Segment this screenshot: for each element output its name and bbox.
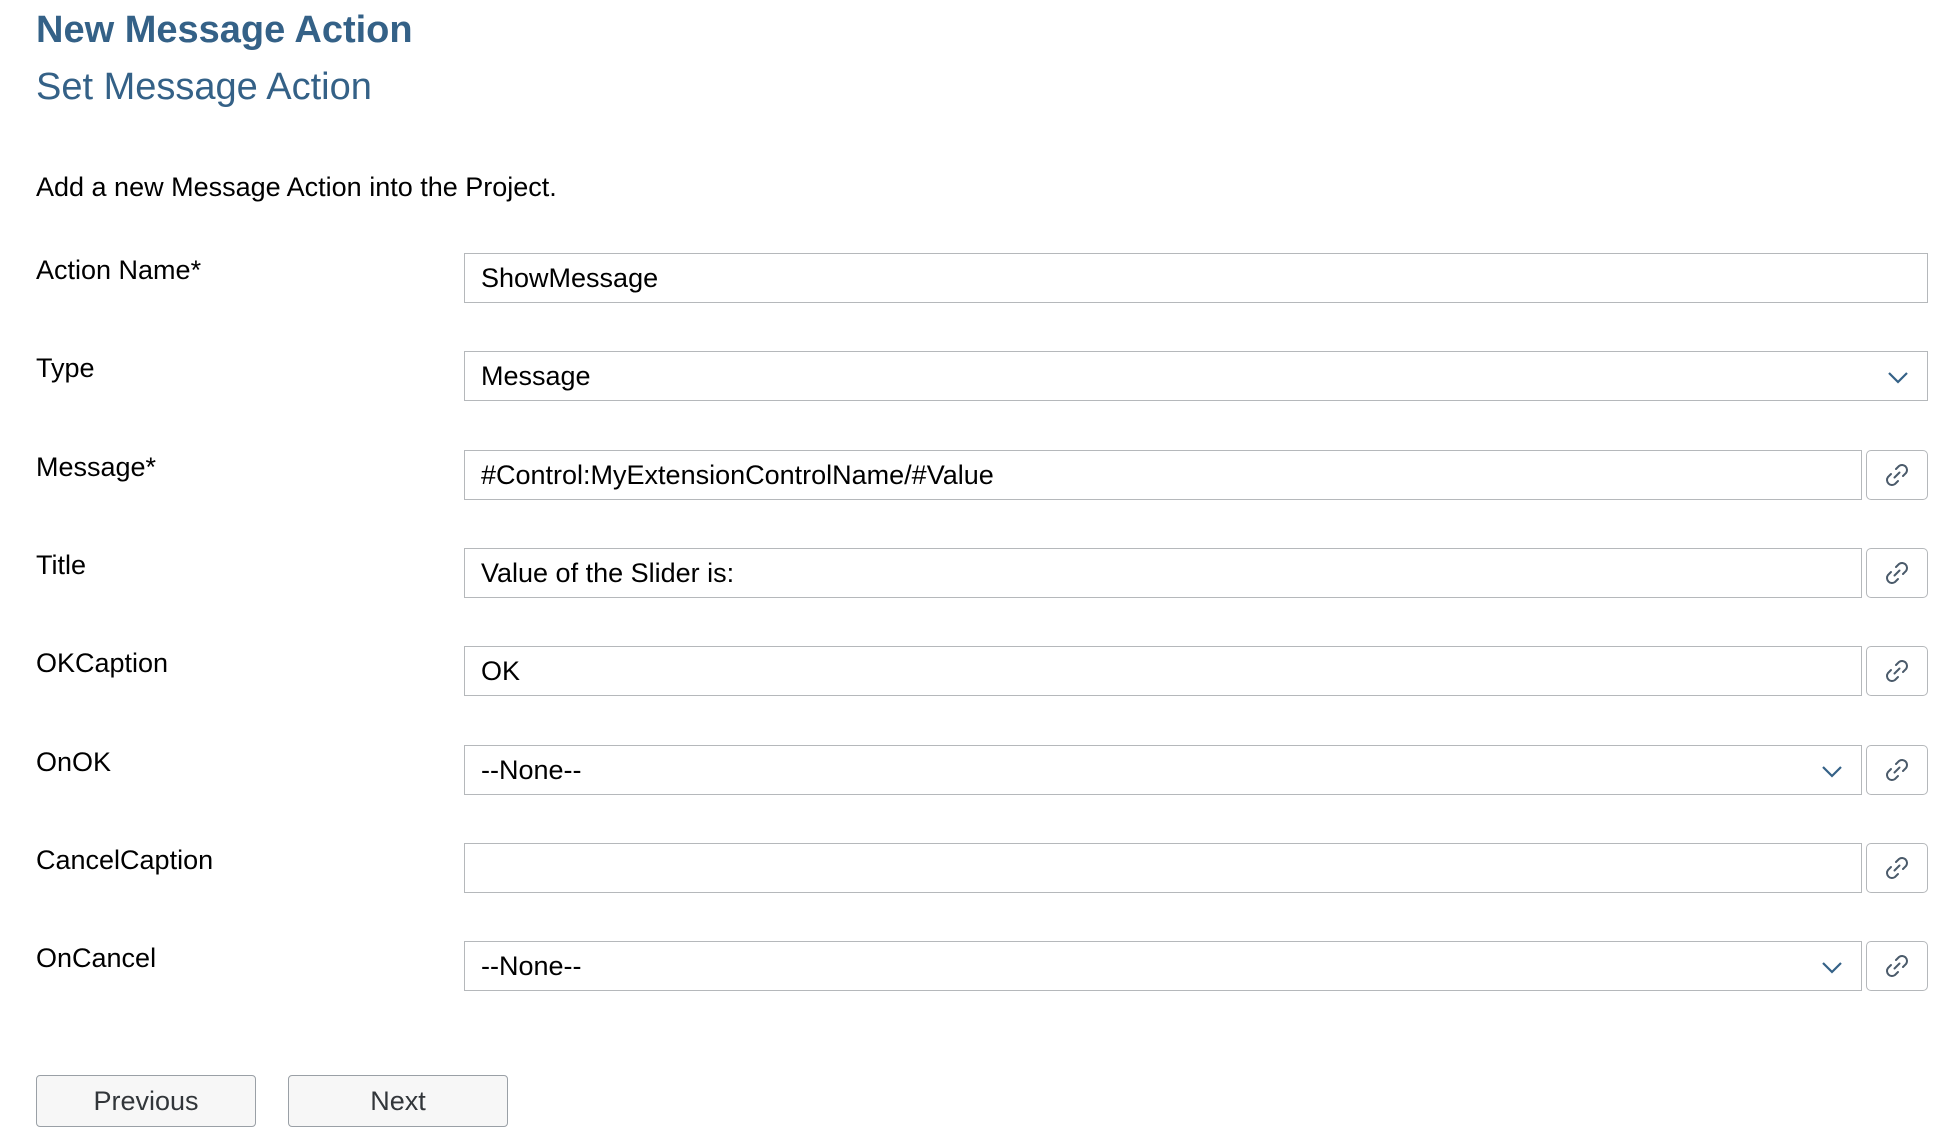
on-cancel-label: OnCancel: [36, 943, 157, 973]
wizard-step-title: Set Message Action: [36, 66, 372, 108]
form-row-type: Type Message: [36, 351, 1930, 403]
on-cancel-value: --None--: [481, 951, 582, 981]
form-row-action-name: Action Name* ShowMessage: [36, 253, 1930, 305]
form-row-ok-caption: OKCaption OK: [36, 646, 1930, 698]
chevron-down-icon[interactable]: [1819, 954, 1845, 980]
message-input[interactable]: #Control:MyExtensionControlName/#Value: [464, 450, 1862, 500]
on-ok-binding-button[interactable]: [1866, 745, 1928, 795]
on-ok-label: OnOK: [36, 747, 112, 777]
title-input[interactable]: Value of the Slider is:: [464, 548, 1862, 598]
message-value: #Control:MyExtensionControlName/#Value: [481, 460, 994, 490]
message-label: Message*: [36, 452, 157, 482]
previous-button[interactable]: Previous: [36, 1075, 256, 1127]
title-binding-button[interactable]: [1866, 548, 1928, 598]
message-binding-button[interactable]: [1866, 450, 1928, 500]
link-icon: [1886, 562, 1908, 584]
next-button[interactable]: Next: [288, 1075, 508, 1127]
title-label: Title: [36, 550, 87, 580]
type-value: Message: [481, 361, 591, 391]
link-icon: [1886, 464, 1908, 486]
action-name-label: Action Name*: [36, 255, 202, 285]
step-description: Add a new Message Action into the Projec…: [36, 172, 557, 202]
on-ok-value: --None--: [481, 755, 582, 785]
ok-caption-input[interactable]: OK: [464, 646, 1862, 696]
action-name-input[interactable]: ShowMessage: [464, 253, 1928, 303]
form-row-on-cancel: OnCancel --None--: [36, 941, 1930, 993]
chevron-down-icon[interactable]: [1885, 364, 1911, 390]
action-name-value: ShowMessage: [481, 263, 659, 293]
on-cancel-select[interactable]: --None--: [464, 941, 1862, 991]
chevron-down-icon[interactable]: [1819, 758, 1845, 784]
title-value: Value of the Slider is:: [481, 558, 735, 588]
wizard-title: New Message Action: [36, 9, 413, 51]
link-icon: [1886, 955, 1908, 977]
link-icon: [1886, 857, 1908, 879]
ok-caption-binding-button[interactable]: [1866, 646, 1928, 696]
ok-caption-value: OK: [481, 656, 521, 686]
cancel-caption-label: CancelCaption: [36, 845, 214, 875]
link-icon: [1886, 660, 1908, 682]
cancel-caption-binding-button[interactable]: [1866, 843, 1928, 893]
form-row-on-ok: OnOK --None--: [36, 745, 1930, 797]
link-icon: [1886, 759, 1908, 781]
ok-caption-label: OKCaption: [36, 648, 169, 678]
form-row-cancel-caption: CancelCaption: [36, 843, 1930, 895]
on-cancel-binding-button[interactable]: [1866, 941, 1928, 991]
form-row-message: Message* #Control:MyExtensionControlName…: [36, 450, 1930, 502]
on-ok-select[interactable]: --None--: [464, 745, 1862, 795]
form-row-title: Title Value of the Slider is:: [36, 548, 1930, 600]
type-select[interactable]: Message: [464, 351, 1928, 401]
type-label: Type: [36, 353, 95, 383]
cancel-caption-input[interactable]: [464, 843, 1862, 893]
